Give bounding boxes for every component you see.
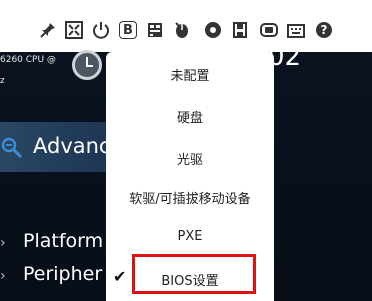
menu-entry-peripheral[interactable]: Peripher — [23, 263, 102, 285]
save-icon[interactable] — [230, 20, 250, 40]
menu-item-pxe[interactable]: PXE — [106, 229, 274, 244]
chevron-right-icon: › — [0, 235, 6, 251]
power-icon[interactable] — [91, 20, 111, 40]
record-icon[interactable] — [203, 20, 223, 40]
bios-b-icon[interactable]: B — [118, 20, 138, 40]
menu-item-optical-drive[interactable]: 光驱 — [106, 149, 274, 168]
cpu-info-line-1: 6260 CPU @ — [0, 55, 56, 65]
pin-icon[interactable] — [38, 20, 58, 40]
section-title: Advanc — [33, 134, 111, 158]
menu-entry-platform[interactable]: Platform — [23, 230, 103, 252]
bios-b-label: B — [119, 21, 137, 39]
chevron-right-icon: › — [0, 268, 6, 284]
camera-icon[interactable] — [259, 20, 279, 40]
menu-item-removable-device[interactable]: 软驱/可插拔移动设备 — [106, 188, 274, 207]
menu-item-unconfigured[interactable]: 未配置 — [106, 65, 274, 84]
fullscreen-icon[interactable] — [64, 20, 84, 40]
help-label: ? — [316, 22, 332, 38]
clock-icon — [72, 50, 102, 80]
mouse-icon[interactable] — [172, 20, 192, 40]
remote-console-toolbar: B ? — [0, 0, 372, 52]
cpu-info-line-2: z — [0, 76, 5, 86]
selected-item-highlight — [132, 254, 256, 294]
help-icon[interactable]: ? — [314, 20, 334, 40]
checkmark-icon: ✔ — [113, 267, 127, 286]
keyboard-icon[interactable] — [286, 20, 306, 40]
menu-item-hard-disk[interactable]: 硬盘 — [106, 107, 274, 126]
magnifier-settings-icon — [0, 136, 24, 160]
keyboard-lock-icon[interactable] — [145, 20, 165, 40]
